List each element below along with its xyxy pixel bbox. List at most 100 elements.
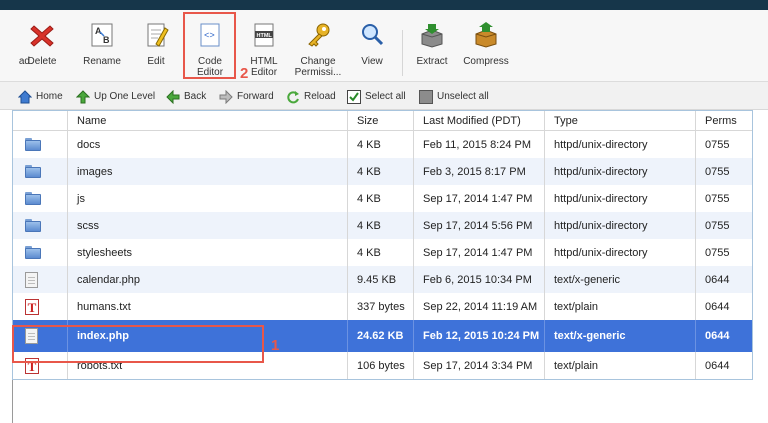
forward-arrow-icon bbox=[219, 90, 233, 104]
file-perms: 0755 bbox=[695, 185, 754, 212]
extract-button[interactable]: Extract bbox=[410, 20, 454, 80]
folder-icon bbox=[25, 138, 41, 151]
file-perms: 0644 bbox=[695, 320, 754, 352]
file-size: 4 KB bbox=[347, 131, 413, 158]
header-perms[interactable]: Perms bbox=[695, 111, 754, 131]
up-one-level-label: Up One Level bbox=[94, 91, 156, 102]
row-icon-cell: T bbox=[13, 293, 67, 320]
rename-icon: AB bbox=[91, 23, 113, 47]
file-size: 4 KB bbox=[347, 239, 413, 266]
file-last-modified: Sep 17, 2014 5:56 PM bbox=[413, 212, 544, 239]
header-size[interactable]: Size bbox=[347, 111, 413, 131]
file-perms: 0755 bbox=[695, 239, 754, 266]
svg-text:A: A bbox=[95, 26, 102, 36]
checkbox-checked-icon bbox=[347, 90, 361, 104]
table-row[interactable]: stylesheets 4 KB Sep 17, 2014 1:47 PM httpd… bbox=[13, 239, 752, 266]
file-name: js bbox=[67, 185, 347, 212]
toolbar: ad Delete AB Rename Edit <> Code Editor … bbox=[0, 10, 768, 82]
annotation-box-index-php bbox=[12, 325, 264, 363]
folder-icon bbox=[25, 219, 41, 232]
row-icon-cell bbox=[13, 131, 67, 158]
file-last-modified: Feb 11, 2015 8:24 PM bbox=[413, 131, 544, 158]
rename-label: Rename bbox=[83, 56, 121, 67]
reload-button[interactable]: Reload bbox=[286, 89, 336, 105]
file-name: images bbox=[67, 158, 347, 185]
view-button[interactable]: View bbox=[354, 20, 390, 80]
html-editor-label: HTML Editor bbox=[250, 56, 278, 78]
table-row[interactable]: scss 4 KB Sep 17, 2014 5:56 PM httpd/unix-d… bbox=[13, 212, 752, 239]
up-arrow-icon bbox=[76, 90, 90, 104]
forward-button[interactable]: Forward bbox=[219, 89, 274, 105]
file-perms: 0755 bbox=[695, 131, 754, 158]
edit-button[interactable]: Edit bbox=[138, 20, 174, 80]
file-last-modified: Sep 17, 2014 1:47 PM bbox=[413, 239, 544, 266]
file-perms: 0755 bbox=[695, 158, 754, 185]
file-size: 337 bytes bbox=[347, 293, 413, 320]
file-type: httpd/unix-directory bbox=[544, 185, 695, 212]
header-name[interactable]: Name bbox=[67, 111, 347, 131]
annotation-box-code-editor bbox=[183, 12, 236, 79]
annotation-marker-1: 1 bbox=[271, 337, 280, 354]
file-last-modified: Feb 3, 2015 8:17 PM bbox=[413, 158, 544, 185]
up-one-level-button[interactable]: Up One Level bbox=[76, 89, 155, 105]
extract-icon bbox=[421, 24, 443, 48]
file-type: httpd/unix-directory bbox=[544, 212, 695, 239]
select-all-label: Select all bbox=[365, 91, 406, 102]
file-type: httpd/unix-directory bbox=[544, 158, 695, 185]
extract-label: Extract bbox=[416, 56, 448, 67]
edit-icon bbox=[147, 23, 169, 47]
table-row[interactable]: calendar.php 9.45 KB Feb 6, 2015 10:34 PM t… bbox=[13, 266, 752, 293]
header-icon-column bbox=[13, 111, 67, 131]
file-size: 4 KB bbox=[347, 185, 413, 212]
delete-label: Delete bbox=[27, 56, 57, 67]
key-icon bbox=[308, 23, 330, 47]
row-icon-cell bbox=[13, 212, 67, 239]
view-label: View bbox=[361, 56, 383, 67]
table-row[interactable]: docs 4 KB Feb 11, 2015 8:24 PM httpd/unix-d… bbox=[13, 131, 752, 158]
folder-icon bbox=[25, 246, 41, 259]
file-perms: 0644 bbox=[695, 352, 754, 379]
change-permissions-button[interactable]: Change Permissi... bbox=[292, 20, 344, 80]
html-editor-button[interactable]: HTML HTML Editor bbox=[242, 20, 286, 80]
back-button[interactable]: Back bbox=[166, 89, 206, 105]
file-size: 9.45 KB bbox=[347, 266, 413, 293]
file-size: 24.62 KB bbox=[347, 320, 413, 352]
unselect-all-button[interactable]: Unselect all bbox=[419, 89, 489, 105]
header-last-modified[interactable]: Last Modified (PDT) bbox=[413, 111, 544, 131]
back-arrow-icon bbox=[166, 90, 180, 104]
file-last-modified: Sep 17, 2014 3:34 PM bbox=[413, 352, 544, 379]
file-size: 106 bytes bbox=[347, 352, 413, 379]
reload-icon bbox=[287, 91, 299, 104]
table-row[interactable]: Thumans.txt 337 bytes Sep 22, 2014 11:19 A… bbox=[13, 293, 752, 320]
file-perms: 0644 bbox=[695, 293, 754, 320]
file-name: humans.txt bbox=[67, 293, 347, 320]
compress-button[interactable]: Compress bbox=[458, 20, 514, 80]
row-icon-cell bbox=[13, 239, 67, 266]
row-icon-cell bbox=[13, 158, 67, 185]
select-all-button[interactable]: Select all bbox=[347, 89, 406, 105]
folder-icon bbox=[25, 165, 41, 178]
file-type: httpd/unix-directory bbox=[544, 131, 695, 158]
table-row[interactable]: images 4 KB Feb 3, 2015 8:17 PM httpd/unix-… bbox=[13, 158, 752, 185]
delete-button[interactable]: Delete bbox=[22, 20, 62, 80]
file-name: scss bbox=[67, 212, 347, 239]
home-button[interactable]: Home bbox=[18, 89, 63, 105]
file-last-modified: Feb 12, 2015 10:24 PM bbox=[413, 320, 544, 352]
table-row[interactable]: js 4 KB Sep 17, 2014 1:47 PM httpd/unix-dir… bbox=[13, 185, 752, 212]
delete-icon bbox=[30, 25, 54, 47]
header-type[interactable]: Type bbox=[544, 111, 695, 131]
table-header: Name Size Last Modified (PDT) Type Perms bbox=[13, 111, 752, 131]
file-type: text/plain bbox=[544, 352, 695, 379]
navigation-bar: Home Up One Level Back Forward Reload Se… bbox=[0, 82, 768, 110]
file-name: docs bbox=[67, 131, 347, 158]
rename-button[interactable]: AB Rename bbox=[78, 20, 126, 80]
html-editor-icon: HTML bbox=[254, 23, 274, 47]
unselect-all-label: Unselect all bbox=[437, 91, 489, 102]
svg-text:HTML: HTML bbox=[257, 33, 273, 39]
file-type: text/x-generic bbox=[544, 266, 695, 293]
row-icon-cell bbox=[13, 185, 67, 212]
row-icon-cell bbox=[13, 266, 67, 293]
back-label: Back bbox=[184, 91, 207, 102]
header-bar bbox=[0, 0, 768, 10]
file-type: text/plain bbox=[544, 293, 695, 320]
